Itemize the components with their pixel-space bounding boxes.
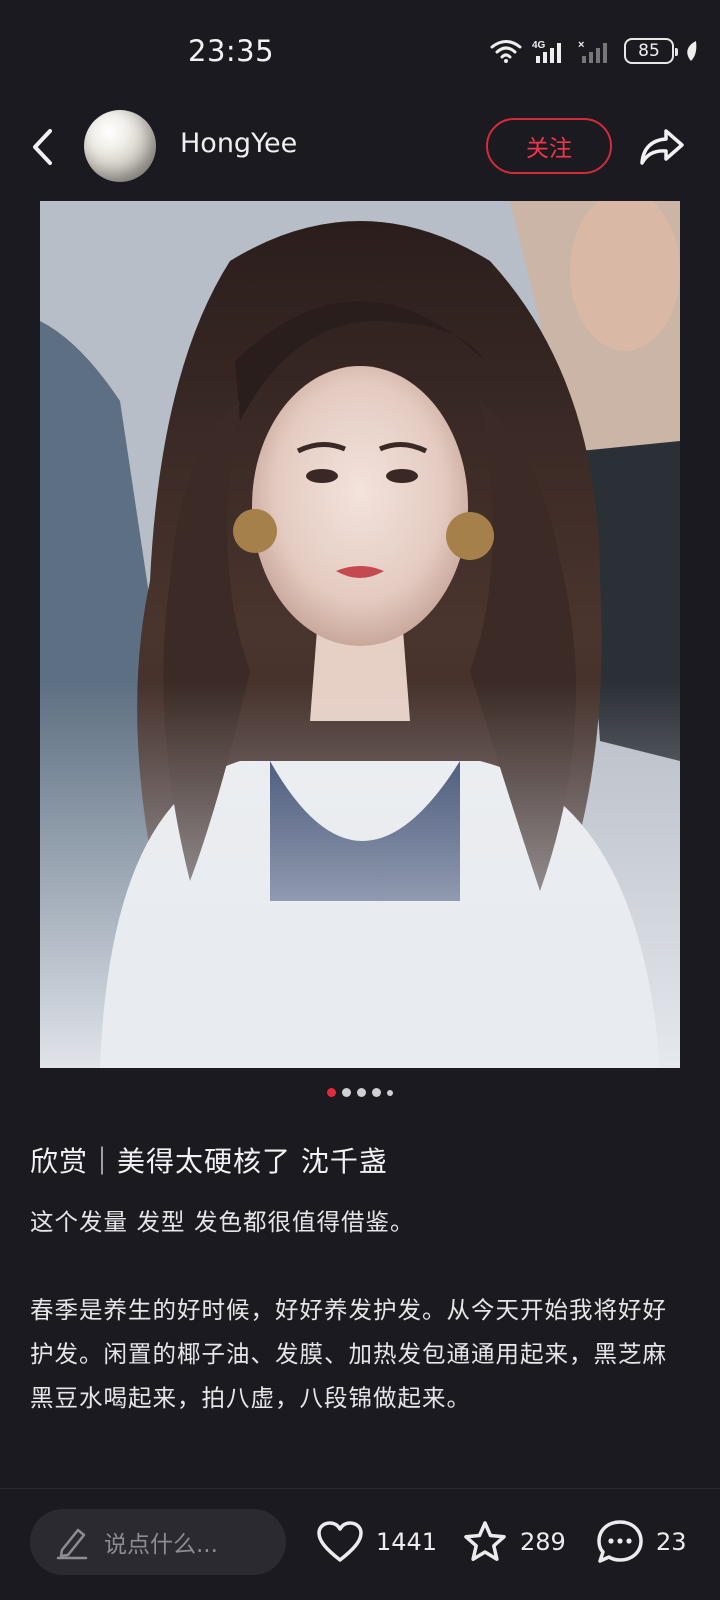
share-button[interactable]: [636, 122, 688, 172]
leaf-icon: [684, 40, 698, 62]
follow-button[interactable]: 关注: [486, 118, 612, 174]
post-title: 欣赏｜美得太硬核了 沈千盏: [30, 1145, 388, 1178]
like-count: 1441: [376, 1528, 438, 1556]
comment-button[interactable]: 23: [596, 1511, 687, 1573]
heart-icon: [317, 1521, 363, 1562]
username[interactable]: HongYee: [180, 128, 297, 159]
carousel-dot-active: [327, 1088, 336, 1097]
svg-text:×: ×: [578, 39, 584, 51]
post-header: HongYee 关注: [0, 100, 720, 198]
pencil-icon: [56, 1528, 88, 1560]
carousel-dot: [372, 1088, 381, 1097]
signal-4g-icon: 4G: [532, 38, 568, 64]
bottom-action-bar: 说点什么... 1441 289 23: [0, 1488, 720, 1600]
like-button[interactable]: 1441: [316, 1511, 437, 1573]
status-icons: 4G × 85: [490, 38, 698, 64]
battery-icon: 85: [624, 38, 678, 64]
carousel-indicator: [0, 1088, 720, 1097]
carousel-dot: [342, 1088, 351, 1097]
back-arrow-icon: [33, 129, 52, 165]
post-body: 这个发量 发型 发色都很值得借鉴。 春季是养生的好时候，好好养发护发。从今天开始…: [30, 1208, 667, 1412]
star-icon: [464, 1521, 506, 1561]
avatar[interactable]: [84, 110, 156, 182]
wifi-icon: [490, 39, 522, 63]
share-icon: [640, 129, 684, 165]
carousel-dot: [387, 1089, 393, 1096]
status-time: 23:35: [188, 34, 275, 68]
comment-input[interactable]: 说点什么...: [30, 1509, 286, 1575]
carousel-dot: [357, 1088, 366, 1097]
back-button[interactable]: [22, 122, 62, 172]
star-count: 289: [520, 1528, 566, 1556]
status-bar: 23:35 4G × 85: [0, 0, 720, 100]
comment-placeholder: 说点什么...: [104, 1532, 218, 1558]
battery-level: 85: [638, 41, 660, 61]
svg-text:4G: 4G: [532, 40, 546, 51]
comment-bubble-icon: [597, 1520, 643, 1563]
comment-count: 23: [656, 1528, 687, 1556]
collect-button[interactable]: 289: [462, 1511, 566, 1573]
signal-no-sim-icon: ×: [578, 38, 614, 64]
post-image[interactable]: [40, 201, 680, 1068]
